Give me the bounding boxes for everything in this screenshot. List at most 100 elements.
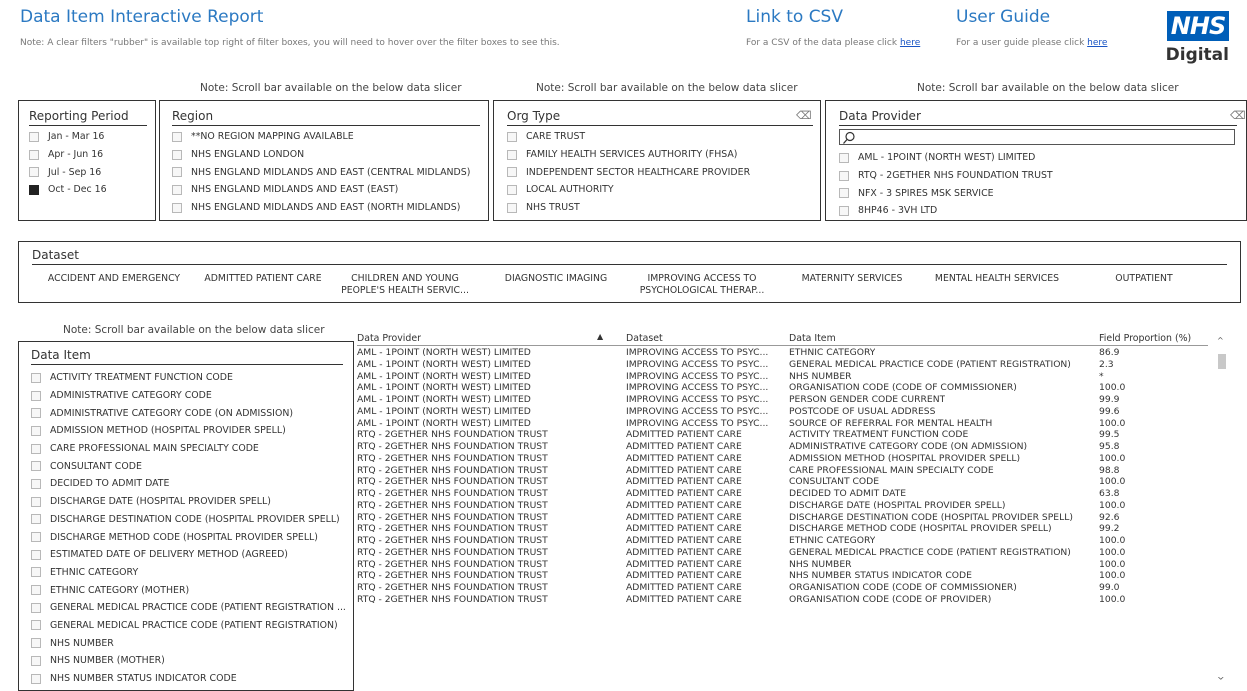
table-row[interactable]: AML - 1POINT (NORTH WEST) LIMITED IMPROVI…: [357, 347, 1208, 359]
checkbox[interactable]: [839, 188, 849, 199]
data-provider-option[interactable]: 8HP46 - 3VH LTD: [839, 202, 1053, 220]
dataset-option[interactable]: ACCIDENT AND EMERGENCY: [44, 273, 184, 285]
data-item-option[interactable]: DECIDED TO ADMIT DATE: [31, 475, 346, 493]
region-option[interactable]: **NO REGION MAPPING AVAILABLE: [172, 128, 470, 146]
reporting-period-option[interactable]: Jan - Mar 16: [29, 128, 107, 146]
checkbox[interactable]: [31, 425, 41, 436]
checkbox[interactable]: [31, 655, 41, 666]
scroll-down-icon[interactable]: ^: [1217, 670, 1225, 680]
org-type-option[interactable]: INDEPENDENT SECTOR HEALTHCARE PROVIDER: [507, 163, 750, 181]
checkbox[interactable]: [31, 638, 41, 649]
data-provider-option[interactable]: NFX - 3 SPIRES MSK SERVICE: [839, 184, 1053, 202]
dataset-option[interactable]: MATERNITY SERVICES: [782, 273, 922, 285]
provider-search-box[interactable]: [839, 129, 1235, 145]
table-row[interactable]: RTQ - 2GETHER NHS FOUNDATION TRUST ADMITT…: [357, 488, 1208, 500]
reporting-period-option[interactable]: Apr - Jun 16: [29, 146, 107, 164]
table-row[interactable]: AML - 1POINT (NORTH WEST) LIMITED IMPROVI…: [357, 359, 1208, 371]
data-item-option[interactable]: ESTIMATED DATE OF DELIVERY METHOD (AGREE…: [31, 546, 346, 564]
table-row[interactable]: RTQ - 2GETHER NHS FOUNDATION TRUST ADMITT…: [357, 535, 1208, 547]
checkbox[interactable]: [31, 567, 41, 578]
reporting-period-option[interactable]: Oct - Dec 16: [29, 181, 107, 199]
checkbox[interactable]: [839, 170, 849, 181]
checkbox[interactable]: [31, 532, 41, 543]
checkbox[interactable]: [31, 673, 41, 684]
column-header-data-item[interactable]: Data Item: [789, 333, 836, 344]
checkbox[interactable]: [31, 620, 41, 631]
checkbox[interactable]: [31, 496, 41, 507]
data-item-option[interactable]: NHS NUMBER STATUS INDICATOR CODE: [31, 670, 346, 688]
table-row[interactable]: AML - 1POINT (NORTH WEST) LIMITED IMPROVI…: [357, 382, 1208, 394]
scrollbar-thumb[interactable]: [1218, 354, 1226, 369]
guide-link[interactable]: here: [1087, 38, 1107, 48]
data-item-option[interactable]: CONSULTANT CODE: [31, 457, 346, 475]
checkbox[interactable]: [507, 131, 517, 142]
clear-filter-eraser-icon[interactable]: ⌫: [1230, 109, 1246, 122]
checkbox[interactable]: [31, 443, 41, 454]
data-item-option[interactable]: DISCHARGE METHOD CODE (HOSPITAL PROVIDER…: [31, 528, 346, 546]
checkbox[interactable]: [29, 149, 39, 160]
org-type-option[interactable]: CARE TRUST: [507, 128, 750, 146]
checkbox[interactable]: [172, 202, 182, 213]
region-option[interactable]: NHS ENGLAND LONDON: [172, 146, 470, 164]
checkbox[interactable]: [31, 602, 41, 613]
table-row[interactable]: RTQ - 2GETHER NHS FOUNDATION TRUST ADMITT…: [357, 523, 1208, 535]
checkbox[interactable]: [507, 167, 517, 178]
dataset-option[interactable]: MENTAL HEALTH SERVICES: [927, 273, 1067, 285]
column-header-data-provider[interactable]: Data Provider: [357, 333, 421, 344]
sort-ascending-icon[interactable]: ▲: [597, 332, 603, 341]
table-row[interactable]: RTQ - 2GETHER NHS FOUNDATION TRUST ADMITT…: [357, 500, 1208, 512]
checkbox[interactable]: [172, 184, 182, 195]
data-item-option[interactable]: DISCHARGE DESTINATION CODE (HOSPITAL PRO…: [31, 511, 346, 529]
checkbox[interactable]: [31, 478, 41, 489]
table-row[interactable]: AML - 1POINT (NORTH WEST) LIMITED IMPROVI…: [357, 394, 1208, 406]
checkbox[interactable]: [839, 205, 849, 216]
reporting-period-option[interactable]: Jul - Sep 16: [29, 163, 107, 181]
data-item-option[interactable]: NHS NUMBER (MOTHER): [31, 652, 346, 670]
checkbox[interactable]: [29, 184, 39, 195]
dataset-option[interactable]: OUTPATIENT: [1074, 273, 1214, 285]
checkbox[interactable]: [31, 372, 41, 383]
dataset-option[interactable]: DIAGNOSTIC IMAGING: [486, 273, 626, 285]
scroll-up-icon[interactable]: ^: [1217, 336, 1224, 345]
data-item-option[interactable]: CARE PROFESSIONAL MAIN SPECIALTY CODE: [31, 440, 346, 458]
clear-filter-eraser-icon[interactable]: ⌫: [796, 109, 812, 122]
table-row[interactable]: AML - 1POINT (NORTH WEST) LIMITED IMPROVI…: [357, 371, 1208, 383]
checkbox[interactable]: [839, 152, 849, 163]
table-row[interactable]: RTQ - 2GETHER NHS FOUNDATION TRUST ADMITT…: [357, 559, 1208, 571]
table-scrollbar[interactable]: ^ ^: [1216, 336, 1228, 686]
table-row[interactable]: RTQ - 2GETHER NHS FOUNDATION TRUST ADMITT…: [357, 594, 1208, 606]
table-row[interactable]: RTQ - 2GETHER NHS FOUNDATION TRUST ADMITT…: [357, 429, 1208, 441]
column-header-field-proportion[interactable]: Field Proportion (%): [1099, 333, 1191, 344]
data-item-option[interactable]: ETHNIC CATEGORY: [31, 564, 346, 582]
table-row[interactable]: AML - 1POINT (NORTH WEST) LIMITED IMPROVI…: [357, 418, 1208, 430]
data-item-option[interactable]: GENERAL MEDICAL PRACTICE CODE (PATIENT R…: [31, 599, 346, 617]
data-item-option[interactable]: NHS NUMBER: [31, 634, 346, 652]
checkbox[interactable]: [507, 149, 517, 160]
checkbox[interactable]: [31, 461, 41, 472]
checkbox[interactable]: [507, 184, 517, 195]
region-option[interactable]: NHS ENGLAND MIDLANDS AND EAST (NORTH MID…: [172, 199, 470, 217]
checkbox[interactable]: [172, 149, 182, 160]
table-row[interactable]: RTQ - 2GETHER NHS FOUNDATION TRUST ADMITT…: [357, 570, 1208, 582]
org-type-option[interactable]: FAMILY HEALTH SERVICES AUTHORITY (FHSA): [507, 146, 750, 164]
data-provider-option[interactable]: RTQ - 2GETHER NHS FOUNDATION TRUST: [839, 167, 1053, 185]
data-item-option[interactable]: ADMINISTRATIVE CATEGORY CODE: [31, 387, 346, 405]
csv-link[interactable]: here: [900, 38, 920, 48]
checkbox[interactable]: [172, 131, 182, 142]
checkbox[interactable]: [507, 202, 517, 213]
table-row[interactable]: RTQ - 2GETHER NHS FOUNDATION TRUST ADMITT…: [357, 441, 1208, 453]
checkbox[interactable]: [31, 390, 41, 401]
data-item-option[interactable]: GENERAL MEDICAL PRACTICE CODE (PATIENT R…: [31, 617, 346, 635]
data-item-option[interactable]: DISCHARGE DATE (HOSPITAL PROVIDER SPELL): [31, 493, 346, 511]
checkbox[interactable]: [29, 131, 39, 142]
table-row[interactable]: AML - 1POINT (NORTH WEST) LIMITED IMPROVI…: [357, 406, 1208, 418]
table-row[interactable]: RTQ - 2GETHER NHS FOUNDATION TRUST ADMITT…: [357, 512, 1208, 524]
checkbox[interactable]: [29, 167, 39, 178]
data-item-option[interactable]: ADMISSION METHOD (HOSPITAL PROVIDER SPEL…: [31, 422, 346, 440]
table-row[interactable]: RTQ - 2GETHER NHS FOUNDATION TRUST ADMITT…: [357, 582, 1208, 594]
checkbox[interactable]: [31, 514, 41, 525]
checkbox[interactable]: [31, 549, 41, 560]
region-option[interactable]: NHS ENGLAND MIDLANDS AND EAST (EAST): [172, 181, 470, 199]
table-row[interactable]: RTQ - 2GETHER NHS FOUNDATION TRUST ADMITT…: [357, 476, 1208, 488]
region-option[interactable]: NHS ENGLAND MIDLANDS AND EAST (CENTRAL M…: [172, 163, 470, 181]
